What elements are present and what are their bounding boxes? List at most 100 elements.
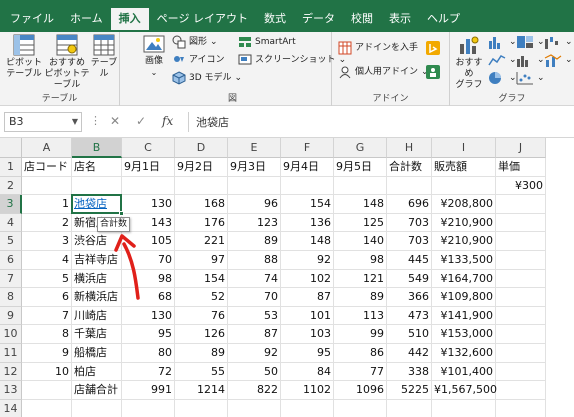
- cell-H14[interactable]: [387, 399, 432, 417]
- cell-F1[interactable]: 9月4日: [281, 158, 334, 177]
- screenshot-button[interactable]: スクリーンショット ⌄: [238, 52, 346, 68]
- cell-F12[interactable]: 84: [281, 362, 334, 382]
- cell-B9[interactable]: 川崎店: [72, 306, 122, 326]
- cell-J11[interactable]: [496, 344, 546, 363]
- cell-J9[interactable]: [496, 306, 546, 326]
- cell-I13[interactable]: ¥1,567,500: [432, 381, 497, 400]
- cell-H13[interactable]: 5225: [387, 381, 432, 400]
- cell-A1[interactable]: 店コード: [22, 158, 72, 177]
- pivottable-button[interactable]: ピボット テーブル: [2, 34, 46, 80]
- cell-J3[interactable]: [496, 195, 546, 214]
- cell-I5[interactable]: ¥210,900: [432, 232, 496, 251]
- my-addins-button[interactable]: 個人用アドイン ⌄: [338, 64, 429, 80]
- name-box[interactable]: B3 ▼: [4, 112, 82, 132]
- cell-H3[interactable]: 696: [387, 195, 432, 214]
- cell-D14[interactable]: [175, 399, 228, 417]
- row-header[interactable]: 5: [0, 232, 22, 251]
- insert-function-icon[interactable]: fx: [162, 114, 173, 128]
- column-header[interactable]: E: [228, 138, 281, 158]
- select-all-corner[interactable]: [0, 138, 22, 158]
- cell-H5[interactable]: 703: [387, 232, 432, 251]
- row-header[interactable]: 13: [0, 381, 22, 400]
- cell-I7[interactable]: ¥164,700: [432, 269, 496, 289]
- ribbon-tab[interactable]: 校閲: [343, 8, 381, 32]
- cell-J1[interactable]: 単価: [496, 158, 546, 177]
- cell-I12[interactable]: ¥101,400: [432, 362, 496, 382]
- cell-C1[interactable]: 9月1日: [122, 158, 175, 177]
- cell-G3[interactable]: 148: [334, 195, 387, 214]
- cell-A7[interactable]: 5: [22, 269, 72, 289]
- cell-J13[interactable]: [496, 381, 546, 400]
- cell-A11[interactable]: 9: [22, 344, 72, 363]
- cell-E9[interactable]: 53: [228, 306, 281, 326]
- cell-F9[interactable]: 101: [281, 306, 334, 326]
- cell-F6[interactable]: 92: [281, 251, 334, 270]
- cell-D12[interactable]: 55: [175, 362, 228, 382]
- cell-A5[interactable]: 3: [22, 232, 72, 251]
- column-header[interactable]: I: [432, 138, 496, 158]
- cell-J10[interactable]: [496, 325, 546, 344]
- cell-A4[interactable]: 2: [22, 213, 72, 233]
- ribbon-tab[interactable]: ページ レイアウト: [149, 8, 256, 32]
- recommended-pivottables-button[interactable]: おすすめ ピボットテーブル: [44, 34, 90, 91]
- cell-H8[interactable]: 366: [387, 288, 432, 307]
- cell-C14[interactable]: [122, 399, 175, 417]
- cell-E7[interactable]: 74: [228, 269, 281, 289]
- cell-A3[interactable]: 1: [22, 195, 72, 214]
- cell-B2[interactable]: [72, 176, 122, 196]
- row-header[interactable]: 11: [0, 344, 22, 363]
- cell-A13[interactable]: [22, 381, 72, 400]
- row-header[interactable]: 9: [0, 306, 22, 326]
- cell-I6[interactable]: ¥133,500: [432, 251, 496, 270]
- column-header[interactable]: D: [175, 138, 228, 158]
- cell-E5[interactable]: 89: [228, 232, 281, 251]
- worksheet-grid[interactable]: A B C D E F G H I J 1 店コード 店名 9月1日 9月2日 9月3日 9月4日 9月5日 合計数…: [0, 138, 574, 417]
- cell-I4[interactable]: ¥210,900: [432, 213, 496, 233]
- cell-B11[interactable]: 船橋店: [72, 344, 122, 363]
- cell-B12[interactable]: 柏店: [72, 362, 122, 382]
- cell-G12[interactable]: 77: [334, 362, 387, 382]
- cell-J4[interactable]: [496, 213, 546, 233]
- cell-A10[interactable]: 8: [22, 325, 72, 344]
- cell-I10[interactable]: ¥153,000: [432, 325, 496, 344]
- bing-maps-button[interactable]: [426, 40, 440, 56]
- cell-G5[interactable]: 140: [334, 232, 387, 251]
- cell-I2[interactable]: [432, 176, 496, 196]
- cell-I3[interactable]: ¥208,800: [432, 195, 496, 214]
- cell-E10[interactable]: 87: [228, 325, 281, 344]
- column-chart-button[interactable]: ⌄: [488, 34, 517, 50]
- cell-D11[interactable]: 89: [175, 344, 228, 363]
- row-header[interactable]: 14: [0, 399, 22, 417]
- cell-B10[interactable]: 千葉店: [72, 325, 122, 344]
- cell-E13[interactable]: 822: [228, 381, 281, 400]
- cell-E1[interactable]: 9月3日: [228, 158, 281, 177]
- column-header[interactable]: C: [122, 138, 175, 158]
- cell-H1[interactable]: 合計数: [387, 158, 432, 177]
- cell-E6[interactable]: 88: [228, 251, 281, 270]
- cell-H9[interactable]: 473: [387, 306, 432, 326]
- cancel-icon[interactable]: ✕: [110, 114, 120, 128]
- cell-A9[interactable]: 7: [22, 306, 72, 326]
- cell-G7[interactable]: 121: [334, 269, 387, 289]
- cell-J5[interactable]: [496, 232, 546, 251]
- ribbon-tab[interactable]: ホーム: [62, 8, 111, 32]
- cell-E12[interactable]: 50: [228, 362, 281, 382]
- recommended-charts-button[interactable]: おすすめ グラフ: [452, 34, 486, 91]
- column-header[interactable]: B: [72, 138, 122, 158]
- cell-A2[interactable]: [22, 176, 72, 196]
- smartart-button[interactable]: SmartArt: [238, 34, 296, 50]
- cell-D4[interactable]: 176: [175, 213, 228, 233]
- fill-handle[interactable]: [119, 210, 124, 216]
- cell-E4[interactable]: 123: [228, 213, 281, 233]
- statistic-chart-button[interactable]: ⌄: [516, 52, 545, 68]
- row-header[interactable]: 1: [0, 158, 22, 177]
- ribbon-tab[interactable]: ヘルプ: [419, 8, 468, 32]
- cell-A6[interactable]: 4: [22, 251, 72, 270]
- cell-C13[interactable]: 991: [122, 381, 175, 400]
- cell-G8[interactable]: 89: [334, 288, 387, 307]
- cell-G1[interactable]: 9月5日: [334, 158, 387, 177]
- cell-H4[interactable]: 703: [387, 213, 432, 233]
- cell-H10[interactable]: 510: [387, 325, 432, 344]
- cell-J7[interactable]: [496, 269, 546, 289]
- cell-J2[interactable]: ¥300: [496, 176, 546, 196]
